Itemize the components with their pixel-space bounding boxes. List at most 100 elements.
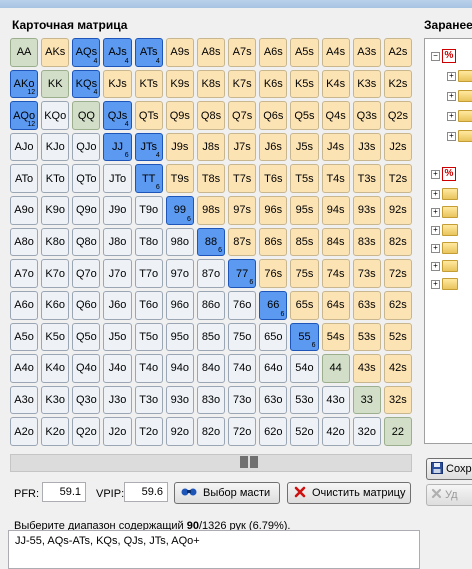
hand-cell[interactable]: Q8o <box>72 227 101 257</box>
tree-root-node[interactable]: + <box>431 259 458 273</box>
hand-cell[interactable]: 76s <box>259 259 288 288</box>
hand-cell[interactable]: J6s <box>259 132 288 162</box>
hand-cell[interactable]: Q8s <box>196 101 226 130</box>
hand-cell[interactable]: QTs <box>134 101 163 130</box>
hand-cell[interactable]: K2o <box>41 417 70 446</box>
hand-cell[interactable]: 94o <box>165 354 194 383</box>
hand-cell[interactable]: 82s <box>383 227 412 257</box>
hand-cell[interactable]: Q6o <box>72 290 101 320</box>
hand-cell[interactable]: A8o <box>10 227 39 257</box>
hand-cell[interactable]: Q3s <box>352 101 381 130</box>
hand-cell[interactable]: ATo <box>10 164 39 194</box>
hand-cell[interactable]: Q7o <box>72 259 101 288</box>
hand-cell[interactable]: K3o <box>41 385 70 415</box>
hand-cell[interactable]: J8o <box>103 227 132 257</box>
hand-cell[interactable]: A6o <box>10 290 39 320</box>
hand-cell[interactable]: 65o <box>259 322 288 352</box>
tree-root-node[interactable]: + <box>431 241 458 255</box>
hand-cell[interactable]: Q2o <box>72 417 101 446</box>
hand-cell[interactable]: QQ <box>72 101 101 130</box>
hand-cell[interactable]: T4o <box>134 354 163 383</box>
hand-cell[interactable]: 73o <box>228 385 257 415</box>
hand-cell[interactable]: 64s <box>321 290 350 320</box>
hand-cell[interactable]: J7o <box>103 259 132 288</box>
hand-cell[interactable]: J9o <box>103 196 132 225</box>
hand-cell[interactable]: T6o <box>134 290 163 320</box>
hand-cell[interactable]: KQo <box>41 101 70 130</box>
hand-cell[interactable]: T3o <box>134 385 163 415</box>
hand-cell[interactable]: 54o <box>290 354 319 383</box>
hand-cell[interactable]: 53s <box>352 322 381 352</box>
tree-root-node[interactable]: + <box>431 187 458 201</box>
hand-cell[interactable]: KQs 4 <box>72 69 101 99</box>
hand-cell[interactable]: J5s <box>290 132 319 162</box>
hand-cell[interactable]: 87o <box>196 259 226 288</box>
hand-cell[interactable]: 98o <box>165 227 194 257</box>
hand-cell[interactable]: K5o <box>41 322 70 352</box>
hand-cell[interactable]: Q4s <box>321 101 350 130</box>
hand-cell[interactable]: T8o <box>134 227 163 257</box>
hand-cell[interactable]: T3s <box>352 164 381 194</box>
hand-cell[interactable]: J4o <box>103 354 132 383</box>
hand-cell[interactable]: KTo <box>41 164 70 194</box>
hand-cell[interactable]: K5s <box>290 69 319 99</box>
hand-cell[interactable]: A7s <box>228 38 257 67</box>
vpip-input[interactable]: 59.6 <box>124 482 168 502</box>
hand-cell[interactable]: T7o <box>134 259 163 288</box>
hand-cell[interactable]: AQs 4 <box>72 38 101 67</box>
hand-cell[interactable]: T6s <box>259 164 288 194</box>
tree-child-node[interactable]: + <box>447 129 472 143</box>
hand-cell[interactable]: Q2s <box>383 101 412 130</box>
hand-cell[interactable]: K6o <box>41 290 70 320</box>
hand-cell[interactable]: JTs 4 <box>134 132 163 162</box>
hand-cell[interactable]: T9s <box>165 164 194 194</box>
hand-cell[interactable]: 84s <box>321 227 350 257</box>
hand-cell[interactable]: 87s <box>228 227 257 257</box>
hand-cell[interactable]: K9s <box>165 69 194 99</box>
hand-cell[interactable]: T5s <box>290 164 319 194</box>
hand-cell[interactable]: Q5o <box>72 322 101 352</box>
hand-cell[interactable]: 32s <box>383 385 412 415</box>
hand-cell[interactable]: KJs <box>103 69 132 99</box>
hand-cell[interactable]: 52o <box>290 417 319 446</box>
hand-cell[interactable]: K7s <box>228 69 257 99</box>
hand-cell[interactable]: 85s <box>290 227 319 257</box>
hand-cell[interactable]: J3s <box>352 132 381 162</box>
hand-cell[interactable]: 62o <box>259 417 288 446</box>
hand-cell[interactable]: A2s <box>383 38 412 67</box>
hand-cell[interactable]: 86s <box>259 227 288 257</box>
matrix-slider[interactable] <box>10 454 412 472</box>
hand-cell[interactable]: ATs 4 <box>134 38 163 67</box>
hand-cell[interactable]: J9s <box>165 132 194 162</box>
hand-cell[interactable]: A4s <box>321 38 350 67</box>
tree-child-node[interactable]: + <box>447 89 472 103</box>
hand-cell[interactable]: JJ 6 <box>103 132 132 162</box>
hand-cell[interactable]: T2s <box>383 164 412 194</box>
hand-cell[interactable]: QJs 4 <box>103 101 132 130</box>
hand-cell[interactable]: AJo <box>10 132 39 162</box>
hand-cell[interactable]: Q7s <box>228 101 257 130</box>
hand-cell[interactable]: 54s <box>321 322 350 352</box>
hand-cell[interactable]: 53o <box>290 385 319 415</box>
hand-cell[interactable]: T9o <box>134 196 163 225</box>
tree-root-node[interactable]: + <box>431 205 458 219</box>
tree-root-node[interactable]: + <box>431 277 458 291</box>
hand-cell[interactable]: AQo 12 <box>10 101 39 130</box>
hand-cell[interactable]: TT 6 <box>134 164 163 194</box>
hand-cell[interactable]: T7s <box>228 164 257 194</box>
hand-cell[interactable]: 82o <box>196 417 226 446</box>
hand-cell[interactable]: 64o <box>259 354 288 383</box>
hand-cell[interactable]: J8s <box>196 132 226 162</box>
hand-cell[interactable]: 77 6 <box>228 259 257 288</box>
hand-cell[interactable]: Q5s <box>290 101 319 130</box>
hand-cell[interactable]: 75s <box>290 259 319 288</box>
hand-cell[interactable]: 74o <box>228 354 257 383</box>
hand-cell[interactable]: KTs <box>134 69 163 99</box>
hand-cell[interactable]: 42s <box>383 354 412 383</box>
hand-cell[interactable]: AKo 12 <box>10 69 39 99</box>
hand-cell[interactable]: A4o <box>10 354 39 383</box>
hand-cell[interactable]: 44 <box>321 354 350 383</box>
hand-cell[interactable]: K8o <box>41 227 70 257</box>
hand-cell[interactable]: 95s <box>290 196 319 225</box>
hand-cell[interactable]: T4s <box>321 164 350 194</box>
